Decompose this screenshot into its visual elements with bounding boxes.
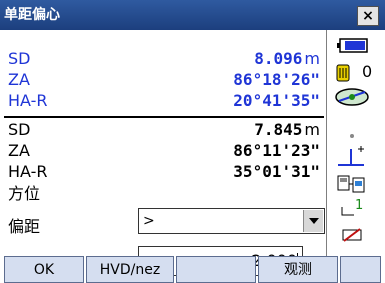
hvd-nez-button[interactable]: HVD/nez <box>86 256 174 283</box>
sd-label: SD <box>8 120 31 139</box>
har-label: HA-R <box>8 91 48 110</box>
dot-icon <box>349 124 355 143</box>
softkey-empty-2[interactable] <box>340 256 381 283</box>
memory-count: 0 <box>362 62 373 81</box>
har-row-top: HA-R 20°41'35" <box>8 90 320 112</box>
za-row-top: ZA 86°18'26" <box>8 69 320 91</box>
close-button[interactable]: × <box>357 6 379 26</box>
tilt-icon[interactable] <box>334 143 368 175</box>
har-value: 35°01'31" <box>233 162 320 181</box>
measure-button[interactable]: 观测 <box>258 256 338 283</box>
offset-label: 偏距 <box>8 217 41 236</box>
battery-icon <box>337 36 371 60</box>
sd-unit: m <box>304 49 320 68</box>
sd-value: 7.845 <box>254 120 303 139</box>
level-icon <box>340 202 356 221</box>
softkey-empty-1[interactable] <box>176 256 256 283</box>
za-label: ZA <box>8 70 30 89</box>
sd-value: 8.096 <box>254 49 303 68</box>
softkey-bar: OK HVD/nez 观测 <box>0 256 385 283</box>
level-number: 1 <box>355 198 364 213</box>
sd-unit: m <box>304 120 320 139</box>
title-bar: 单距偏心 × <box>0 0 385 30</box>
section-divider <box>4 116 324 118</box>
ok-button[interactable]: OK <box>4 256 84 283</box>
sd-row-bottom: SD 7.845 m <box>8 119 320 141</box>
offset-row: 偏距 <box>8 216 320 238</box>
window-title: 单距偏心 <box>4 7 60 23</box>
sd-row-top: SD 8.096 m <box>8 48 320 70</box>
za-value: 86°18'26" <box>233 70 320 89</box>
za-row-bottom: ZA 86°11'23" <box>8 140 320 162</box>
input-mode-icon[interactable] <box>342 227 364 247</box>
sd-label: SD <box>8 49 31 68</box>
za-label: ZA <box>8 141 30 160</box>
direction-row: 方位 <box>8 183 320 205</box>
instrument-icon <box>335 172 369 200</box>
memory-card-icon <box>336 64 350 86</box>
target-prism-icon[interactable] <box>333 87 371 111</box>
har-row-bottom: HA-R 35°01'31" <box>8 161 320 183</box>
status-column-separator <box>326 30 327 260</box>
har-value: 20°41'35" <box>233 91 320 110</box>
direction-label: 方位 <box>8 184 41 203</box>
za-value: 86°11'23" <box>233 141 320 160</box>
har-label: HA-R <box>8 162 48 181</box>
dialog-window: 单距偏心 × SD 8.096 m ZA 86°18'26" HA-R 20°41… <box>0 0 385 283</box>
